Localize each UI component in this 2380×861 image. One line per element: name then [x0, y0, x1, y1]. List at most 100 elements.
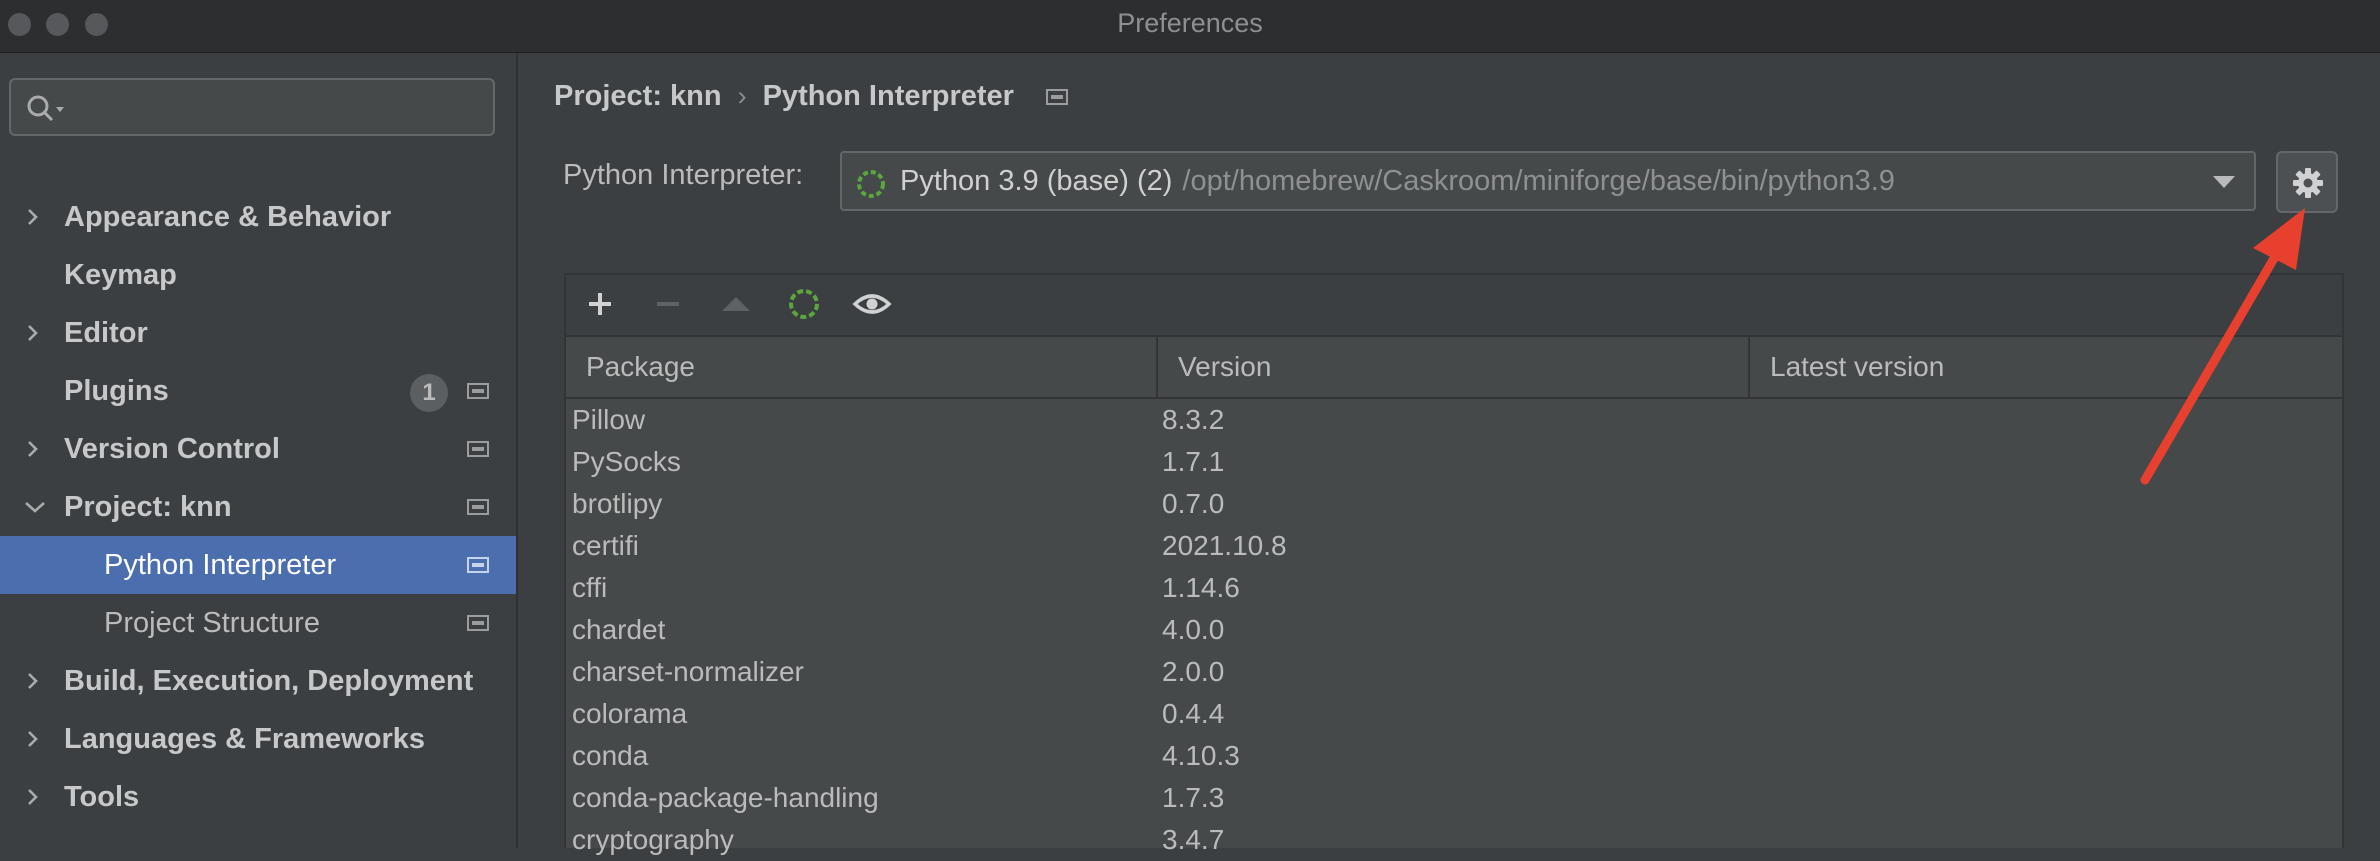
- sidebar-item-label: Build, Execution, Deployment: [64, 665, 474, 697]
- package-name: brotlipy: [572, 488, 663, 519]
- table-row[interactable]: chardet 4.0.0: [566, 609, 2342, 651]
- interpreter-path: /opt/homebrew/Caskroom/miniforge/base/bi…: [1182, 165, 1895, 197]
- chevron-right-icon: [28, 209, 38, 225]
- reload-packages-button[interactable]: [784, 284, 824, 324]
- table-row[interactable]: conda 4.10.3: [566, 735, 2342, 777]
- sidebar-item-label: Plugins: [64, 375, 169, 407]
- column-header-version[interactable]: Version: [1158, 337, 1750, 397]
- chevron-right-icon: [28, 731, 38, 747]
- package-version: 1.7.3: [1162, 782, 1225, 813]
- package-version: 3.4.7: [1162, 824, 1225, 855]
- sidebar-item-keymap[interactable]: Keymap: [0, 246, 516, 304]
- package-name: Pillow: [572, 404, 646, 435]
- package-version: 2.0.0: [1162, 656, 1225, 687]
- dropdown-arrow-icon: [2213, 176, 2235, 188]
- chevron-down-icon: [25, 502, 45, 513]
- table-row[interactable]: Pillow 8.3.2: [566, 399, 2342, 441]
- package-name: conda-package-handling: [572, 782, 879, 813]
- table-row[interactable]: certifi 2021.10.8: [566, 525, 2342, 567]
- packages-table-header: Package Version Latest version: [566, 337, 2342, 399]
- up-arrow-icon: [722, 297, 750, 311]
- package-name: PySocks: [572, 446, 681, 477]
- table-row[interactable]: colorama 0.4.4: [566, 693, 2342, 735]
- sidebar-item-label: Python Interpreter: [104, 549, 337, 581]
- package-name: chardet: [572, 614, 666, 645]
- interpreter-settings-button[interactable]: [2276, 151, 2338, 213]
- package-name: certifi: [572, 530, 639, 561]
- package-version: 0.7.0: [1162, 488, 1225, 519]
- package-name: charset-normalizer: [572, 656, 804, 687]
- uninstall-package-button[interactable]: [648, 284, 688, 324]
- title-bar: Preferences: [0, 0, 2380, 53]
- sidebar-item-label: Tools: [64, 781, 140, 813]
- table-row[interactable]: brotlipy 0.7.0: [566, 483, 2342, 525]
- show-early-releases-button[interactable]: [852, 284, 892, 324]
- table-row[interactable]: cryptography 3.4.7: [566, 819, 2342, 861]
- breadcrumb-current-page: Python Interpreter: [762, 80, 1014, 112]
- eye-icon: [852, 294, 892, 314]
- package-version: 1.7.1: [1162, 446, 1225, 477]
- sidebar-item-version-control[interactable]: Version Control: [0, 420, 516, 478]
- python-interpreter-label: Python Interpreter:: [563, 159, 804, 191]
- packages-toolbar: [566, 275, 2342, 337]
- package-version: 8.3.2: [1162, 404, 1225, 435]
- sidebar-item-python-interpreter[interactable]: Python Interpreter: [0, 536, 516, 594]
- package-name: colorama: [572, 698, 688, 729]
- sidebar-item-languages-frameworks[interactable]: Languages & Frameworks: [0, 710, 516, 768]
- sidebar-item-editor[interactable]: Editor: [0, 304, 516, 362]
- sidebar-item-tools[interactable]: Tools: [0, 768, 516, 826]
- settings-sidebar: Appearance & Behavior Keymap Editor Plug…: [0, 53, 518, 848]
- gear-icon: [2293, 168, 2323, 198]
- install-package-button[interactable]: [580, 284, 620, 324]
- sidebar-item-label: Version Control: [64, 433, 280, 465]
- project-settings-icon: [467, 615, 489, 631]
- loading-spinner-icon: [857, 170, 885, 198]
- breadcrumb: Project: knn › Python Interpreter: [554, 71, 1069, 121]
- python-interpreter-dropdown[interactable]: Python 3.9 (base) (2) /opt/homebrew/Caskr…: [840, 151, 2256, 211]
- chevron-right-icon: [28, 441, 38, 457]
- chevron-right-icon: [28, 325, 38, 341]
- sidebar-item-label: Languages & Frameworks: [64, 723, 425, 755]
- package-version: 1.14.6: [1162, 572, 1240, 603]
- project-settings-icon: [467, 557, 489, 573]
- chevron-right-icon: [28, 789, 38, 805]
- project-settings-icon: [467, 441, 489, 457]
- table-row[interactable]: PySocks 1.7.1: [566, 441, 2342, 483]
- package-name: cffi: [572, 572, 608, 603]
- settings-search-input[interactable]: [9, 78, 495, 136]
- loading-spinner-icon: [789, 289, 819, 319]
- minus-icon: [657, 302, 679, 306]
- sidebar-item-label: Keymap: [64, 259, 177, 291]
- package-version: 4.0.0: [1162, 614, 1225, 645]
- package-name: cryptography: [572, 824, 734, 855]
- sidebar-item-label: Editor: [64, 317, 148, 349]
- plus-icon: [589, 293, 611, 315]
- package-version: 2021.10.8: [1162, 530, 1287, 561]
- sidebar-item-appearance-behavior[interactable]: Appearance & Behavior: [0, 188, 516, 246]
- sidebar-item-project-structure[interactable]: Project Structure: [0, 594, 516, 652]
- table-row[interactable]: charset-normalizer 2.0.0: [566, 651, 2342, 693]
- plugins-update-badge: 1: [410, 374, 448, 412]
- sidebar-item-build-execution-deployment[interactable]: Build, Execution, Deployment: [0, 652, 516, 710]
- column-header-latest-version[interactable]: Latest version: [1750, 337, 2346, 397]
- column-header-package[interactable]: Package: [566, 337, 1158, 397]
- sidebar-item-project-knn[interactable]: Project: knn: [0, 478, 516, 536]
- packages-panel: Package Version Latest version Pillow 8.3…: [564, 273, 2344, 855]
- package-version: 0.4.4: [1162, 698, 1225, 729]
- chevron-right-icon: [28, 673, 38, 689]
- table-row[interactable]: conda-package-handling 1.7.3: [566, 777, 2342, 819]
- sidebar-item-label: Project: knn: [64, 491, 232, 523]
- table-row[interactable]: cffi 1.14.6: [566, 567, 2342, 609]
- breadcrumb-project[interactable]: Project: knn: [554, 71, 722, 121]
- project-settings-icon: [1046, 89, 1069, 106]
- project-settings-icon: [467, 499, 489, 515]
- project-settings-icon: [467, 383, 489, 399]
- sidebar-item-plugins[interactable]: Plugins 1: [0, 362, 516, 420]
- sidebar-item-label: Appearance & Behavior: [64, 201, 392, 233]
- search-icon: [27, 95, 64, 122]
- package-version: 4.10.3: [1162, 740, 1240, 771]
- upgrade-package-button[interactable]: [716, 284, 756, 324]
- breadcrumb-separator: ›: [737, 81, 747, 111]
- interpreter-name: Python 3.9 (base) (2): [900, 165, 1173, 197]
- sidebar-item-label: Project Structure: [104, 607, 320, 639]
